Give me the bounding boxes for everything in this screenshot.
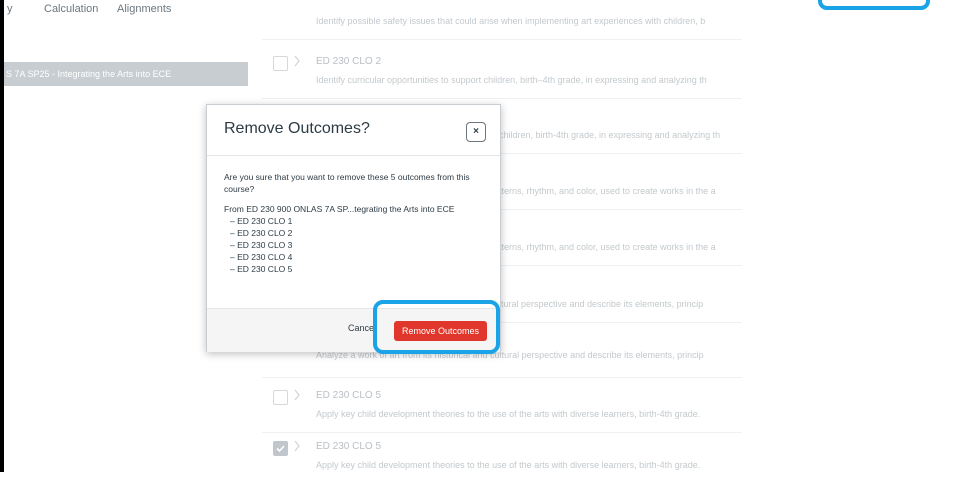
outcome-description: tterns, rhythm, and color, used to creat… [499, 242, 716, 252]
dialog-header: Remove Outcomes? × [207, 105, 500, 156]
outcome-title: ED 230 CLO 5 [316, 441, 382, 452]
tab-alignments[interactable]: Alignments [117, 3, 171, 15]
checkmark-icon [276, 445, 285, 453]
chevron-right-icon[interactable] [293, 440, 301, 452]
outcome-checkbox[interactable] [273, 390, 288, 405]
chevron-right-icon[interactable] [293, 55, 301, 67]
sidebar-item-course[interactable]: S 7A SP25 - Integrating the Arts into EC… [4, 62, 248, 86]
cancel-button[interactable]: Cancel [348, 323, 376, 333]
dialog-course-line: From ED 230 900 ONLAS 7A SP...tegrating … [224, 204, 455, 214]
outcome-row[interactable]: Identify possible safety issues that cou… [262, 0, 742, 40]
list-item: – ED 230 CLO 4 [230, 252, 293, 262]
outcome-description: ltural perspective and describe its elem… [499, 299, 704, 309]
outcome-checkbox-checked[interactable] [273, 441, 288, 456]
list-item: – ED 230 CLO 2 [230, 228, 293, 238]
outcome-row[interactable]: ED 230 CLO 2 Identify curricular opportu… [262, 47, 742, 99]
outcome-row[interactable]: ED 230 CLO 5 Apply key child development… [262, 381, 742, 433]
outcome-description: Apply key child development theories to … [316, 409, 701, 419]
outcome-title: ED 230 CLO 2 [316, 56, 382, 67]
highlight-annotation-remove-button [373, 300, 500, 354]
outcome-title: ED 230 CLO 5 [316, 390, 382, 401]
highlight-annotation-top-right [818, 0, 930, 10]
dialog-body: Are you sure that you want to remove the… [224, 171, 490, 275]
outcome-description: children, birth-4th grade, in expressing… [499, 130, 721, 140]
list-item: – ED 230 CLO 3 [230, 240, 293, 250]
outcome-description: Identify possible safety issues that cou… [316, 16, 706, 26]
outcome-row[interactable]: ED 230 CLO 5 Apply key child development… [262, 432, 742, 483]
outcome-description: tterns, rhythm, and color, used to creat… [499, 186, 716, 196]
outcome-description: Apply key child development theories to … [316, 460, 701, 470]
tab-calculation[interactable]: Calculation [44, 3, 98, 15]
dialog-question: Are you sure that you want to remove the… [224, 172, 470, 194]
chevron-right-icon[interactable] [293, 389, 301, 401]
outcome-checkbox[interactable] [273, 56, 288, 71]
dialog-title: Remove Outcomes? [224, 120, 370, 137]
list-item: – ED 230 CLO 1 [230, 216, 293, 226]
outcome-removal-list: – ED 230 CLO 1 – ED 230 CLO 2 – ED 230 C… [224, 215, 490, 275]
close-button[interactable]: × [466, 122, 486, 142]
list-item: – ED 230 CLO 5 [230, 264, 293, 274]
tab-partial[interactable]: y [7, 3, 13, 15]
outcome-description: Identify curricular opportunities to sup… [316, 75, 707, 85]
